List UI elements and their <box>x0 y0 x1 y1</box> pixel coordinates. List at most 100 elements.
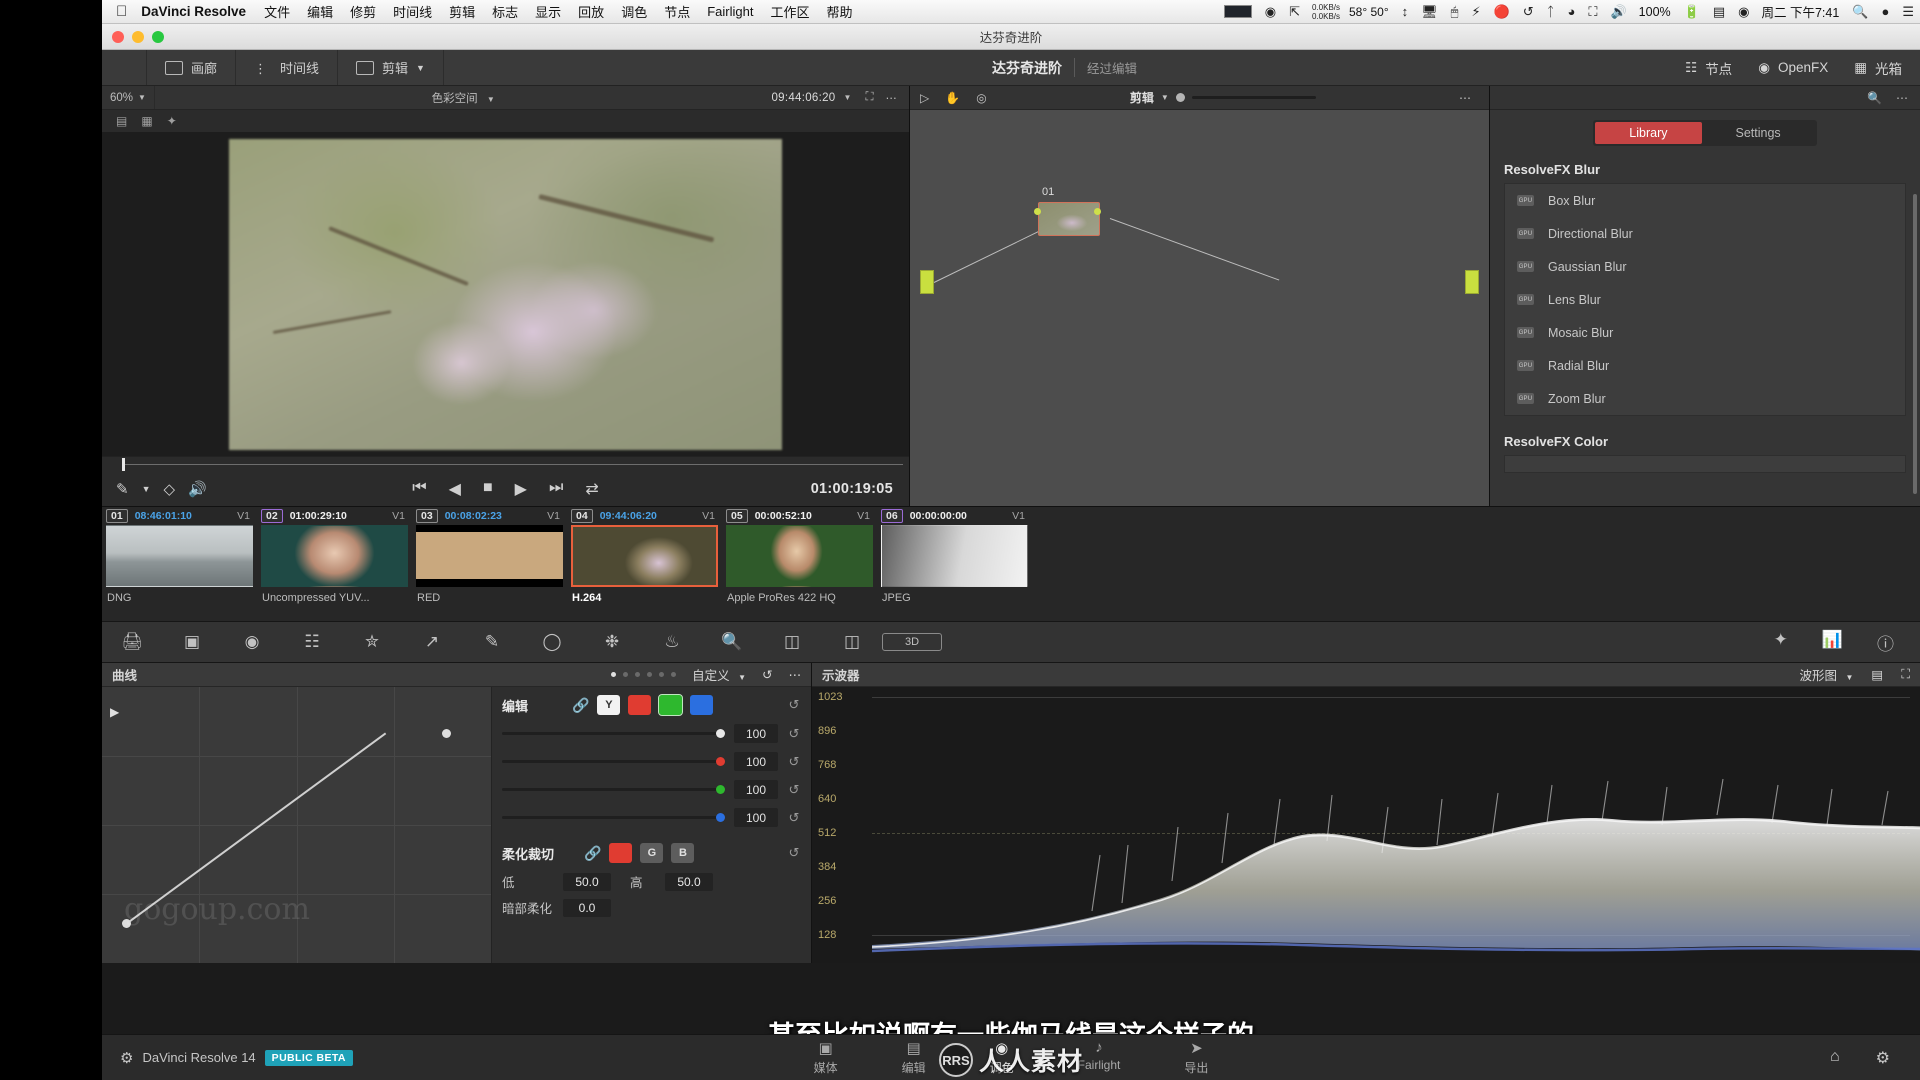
loop-icon[interactable]: ⇄ <box>585 479 598 499</box>
skip-forward-icon[interactable]: ⏭ <box>549 479 563 499</box>
scopes-icon[interactable]: 📊 <box>1822 630 1843 655</box>
zoom-selector[interactable]: 60% ▼ <box>102 86 155 109</box>
node-source-block[interactable] <box>920 270 934 294</box>
search-icon[interactable]: 🔍 <box>1867 91 1882 105</box>
user-icon[interactable]: ● <box>1881 4 1889 19</box>
edit-reset-icon[interactable]: ↺ <box>787 697 801 713</box>
curve-dot-1[interactable] <box>611 672 617 677</box>
node-graph-more-icon[interactable]: ⋯ <box>1459 91 1479 105</box>
temperature-readout[interactable]: 58° 50° <box>1349 5 1389 19</box>
node-box-01[interactable] <box>1038 202 1100 236</box>
record-icon[interactable]: 🔴 <box>1494 4 1510 20</box>
menu-fairlight[interactable]: Fairlight <box>707 4 753 19</box>
battery-icon[interactable]: 🔋 <box>1684 4 1700 20</box>
node-graph-mode-selector[interactable]: 剪辑 ▼ <box>1130 89 1316 106</box>
print-icon[interactable]: 🖨 <box>102 632 162 652</box>
target-icon[interactable]: ◎ <box>976 91 986 105</box>
slider-track-b[interactable] <box>502 812 725 822</box>
fx-item-box-blur[interactable]: GPU Box Blur <box>1505 184 1905 217</box>
page-button-media[interactable]: ▣ 媒体 <box>814 1039 838 1076</box>
clip-thumbnail[interactable] <box>726 525 873 587</box>
slider-track-y[interactable] <box>502 728 725 738</box>
waveform-display[interactable]: 1023 896 768 640 512 384 256 128 <box>812 687 1920 963</box>
curves-more-icon[interactable]: ⋯ <box>789 667 802 682</box>
slider-reset-r-icon[interactable]: ↺ <box>787 754 801 770</box>
scope-mode-selector[interactable]: 波形图 ▼ <box>1800 665 1854 684</box>
curve-graph[interactable]: ▶ gogoup.com <box>102 687 492 963</box>
clip-icon[interactable]: ▣ <box>162 632 222 652</box>
fx-scroll-area[interactable]: ResolveFX Blur GPU Box Blur GPU Directio… <box>1490 154 1920 506</box>
sizing-icon[interactable]: ◫ <box>762 632 822 652</box>
fx-item-lens-blur[interactable]: GPU Lens Blur <box>1505 283 1905 316</box>
lightning-icon[interactable]: ⚡ <box>1471 4 1480 20</box>
battery-percent[interactable]: 100% <box>1639 5 1671 19</box>
viewer-timecode[interactable]: 09:44:06:20 <box>771 92 843 104</box>
tracker-icon[interactable]: ❉ <box>582 632 642 652</box>
curve-point-white[interactable] <box>442 729 451 738</box>
clip-thumbnail[interactable] <box>571 525 718 587</box>
viewer-current-timecode[interactable]: 01:00:19:05 <box>811 481 909 497</box>
chevron-down-icon[interactable]: ▼ <box>142 484 151 494</box>
spotlight-icon[interactable]: 🔍 <box>1852 4 1868 20</box>
menubar-app-name[interactable]: DaVinci Resolve <box>141 4 246 19</box>
viewer-more-icon[interactable]: ⋯ <box>886 91 910 105</box>
softclip-low-value[interactable]: 50.0 <box>563 872 611 891</box>
clip-thumbnail[interactable] <box>881 525 1028 587</box>
viewer-scrubber[interactable] <box>102 456 909 472</box>
menu-edit[interactable]: 编辑 <box>307 2 333 21</box>
softclip-chip-g[interactable]: G <box>640 843 664 863</box>
channel-chip-g[interactable] <box>658 694 684 716</box>
list-icon[interactable]: ☰ <box>1902 4 1914 20</box>
openfx-button[interactable]: ◉ OpenFX <box>1758 60 1828 76</box>
page-button-deliver[interactable]: ➤ 导出 <box>1184 1039 1208 1076</box>
split-view-icon[interactable]: ▤ <box>116 114 127 128</box>
link-icon[interactable]: 🔗 <box>572 697 589 714</box>
softclip-reset-icon[interactable]: ↺ <box>787 845 801 861</box>
softclip-chip-r[interactable] <box>609 843 633 863</box>
play-icon[interactable]: ▶ <box>515 479 527 499</box>
viewer-image-area[interactable] <box>102 132 909 456</box>
curves-reset-icon[interactable]: ↺ <box>762 667 772 682</box>
hand-icon[interactable]: ✋ <box>945 91 960 105</box>
menu-file[interactable]: 文件 <box>264 2 290 21</box>
updown-arrows-icon[interactable]: ↕ <box>1402 4 1409 19</box>
clock-history-icon[interactable]: ↺ <box>1523 4 1534 20</box>
clip-item-04[interactable]: 04 09:44:06:20 V1 H.264 <box>567 507 722 621</box>
softclip-high-value[interactable]: 50.0 <box>665 872 713 891</box>
expand-icon[interactable]: ⇱ <box>1289 4 1300 20</box>
curve-dot-3[interactable] <box>635 672 641 677</box>
slider-value-g[interactable]: 100 <box>734 780 778 799</box>
volume-icon[interactable]: 🔊 <box>1610 4 1626 20</box>
menu-marker[interactable]: 标志 <box>492 2 518 21</box>
curve-dot-6[interactable] <box>671 672 677 677</box>
link-icon[interactable]: 🔗 <box>584 845 601 862</box>
clip-item-01[interactable]: 01 08:46:01:10 V1 DNG <box>102 507 257 621</box>
slider-knob-b[interactable] <box>716 812 725 822</box>
scrubber-playhead[interactable] <box>122 458 125 471</box>
step-back-icon[interactable]: ◀ <box>449 479 461 499</box>
key-icon[interactable]: 🔍 <box>702 632 762 652</box>
curves-icon[interactable]: ↗ <box>402 632 462 652</box>
timeline-button[interactable]: ⋮ 时间线 <box>236 50 339 85</box>
menu-workspace[interactable]: 工作区 <box>770 2 809 21</box>
keyframe-icon[interactable]: ✦ <box>1774 630 1788 655</box>
node-output-port[interactable] <box>1094 208 1101 215</box>
fx-item-radial-blur[interactable]: GPU Radial Blur <box>1505 349 1905 382</box>
data-burn-icon[interactable]: ◫ <box>822 632 882 652</box>
gallery-button[interactable]: 画廊 <box>146 50 237 85</box>
screenshot-swatch-icon[interactable] <box>1223 5 1252 18</box>
airplay-icon[interactable]: ⛶ <box>1588 4 1597 20</box>
slider-reset-g-icon[interactable]: ↺ <box>787 782 801 798</box>
siri-icon[interactable]: ◉ <box>1738 4 1749 20</box>
slider-value-y[interactable]: 100 <box>734 724 778 743</box>
power-window-icon[interactable]: ◯ <box>522 632 582 652</box>
menu-color[interactable]: 调色 <box>621 2 647 21</box>
qualifier-icon[interactable]: ✎ <box>462 632 522 652</box>
clip-thumbnail[interactable] <box>106 525 253 587</box>
tab-library[interactable]: Library <box>1595 122 1702 144</box>
channel-chip-y[interactable]: Y <box>597 695 621 715</box>
apple-icon[interactable]:  <box>116 4 127 19</box>
curve-play-icon[interactable]: ▶ <box>110 705 119 719</box>
fx-item-mosaic-blur[interactable]: GPU Mosaic Blur <box>1505 316 1905 349</box>
menu-clip[interactable]: 剪辑 <box>449 2 475 21</box>
